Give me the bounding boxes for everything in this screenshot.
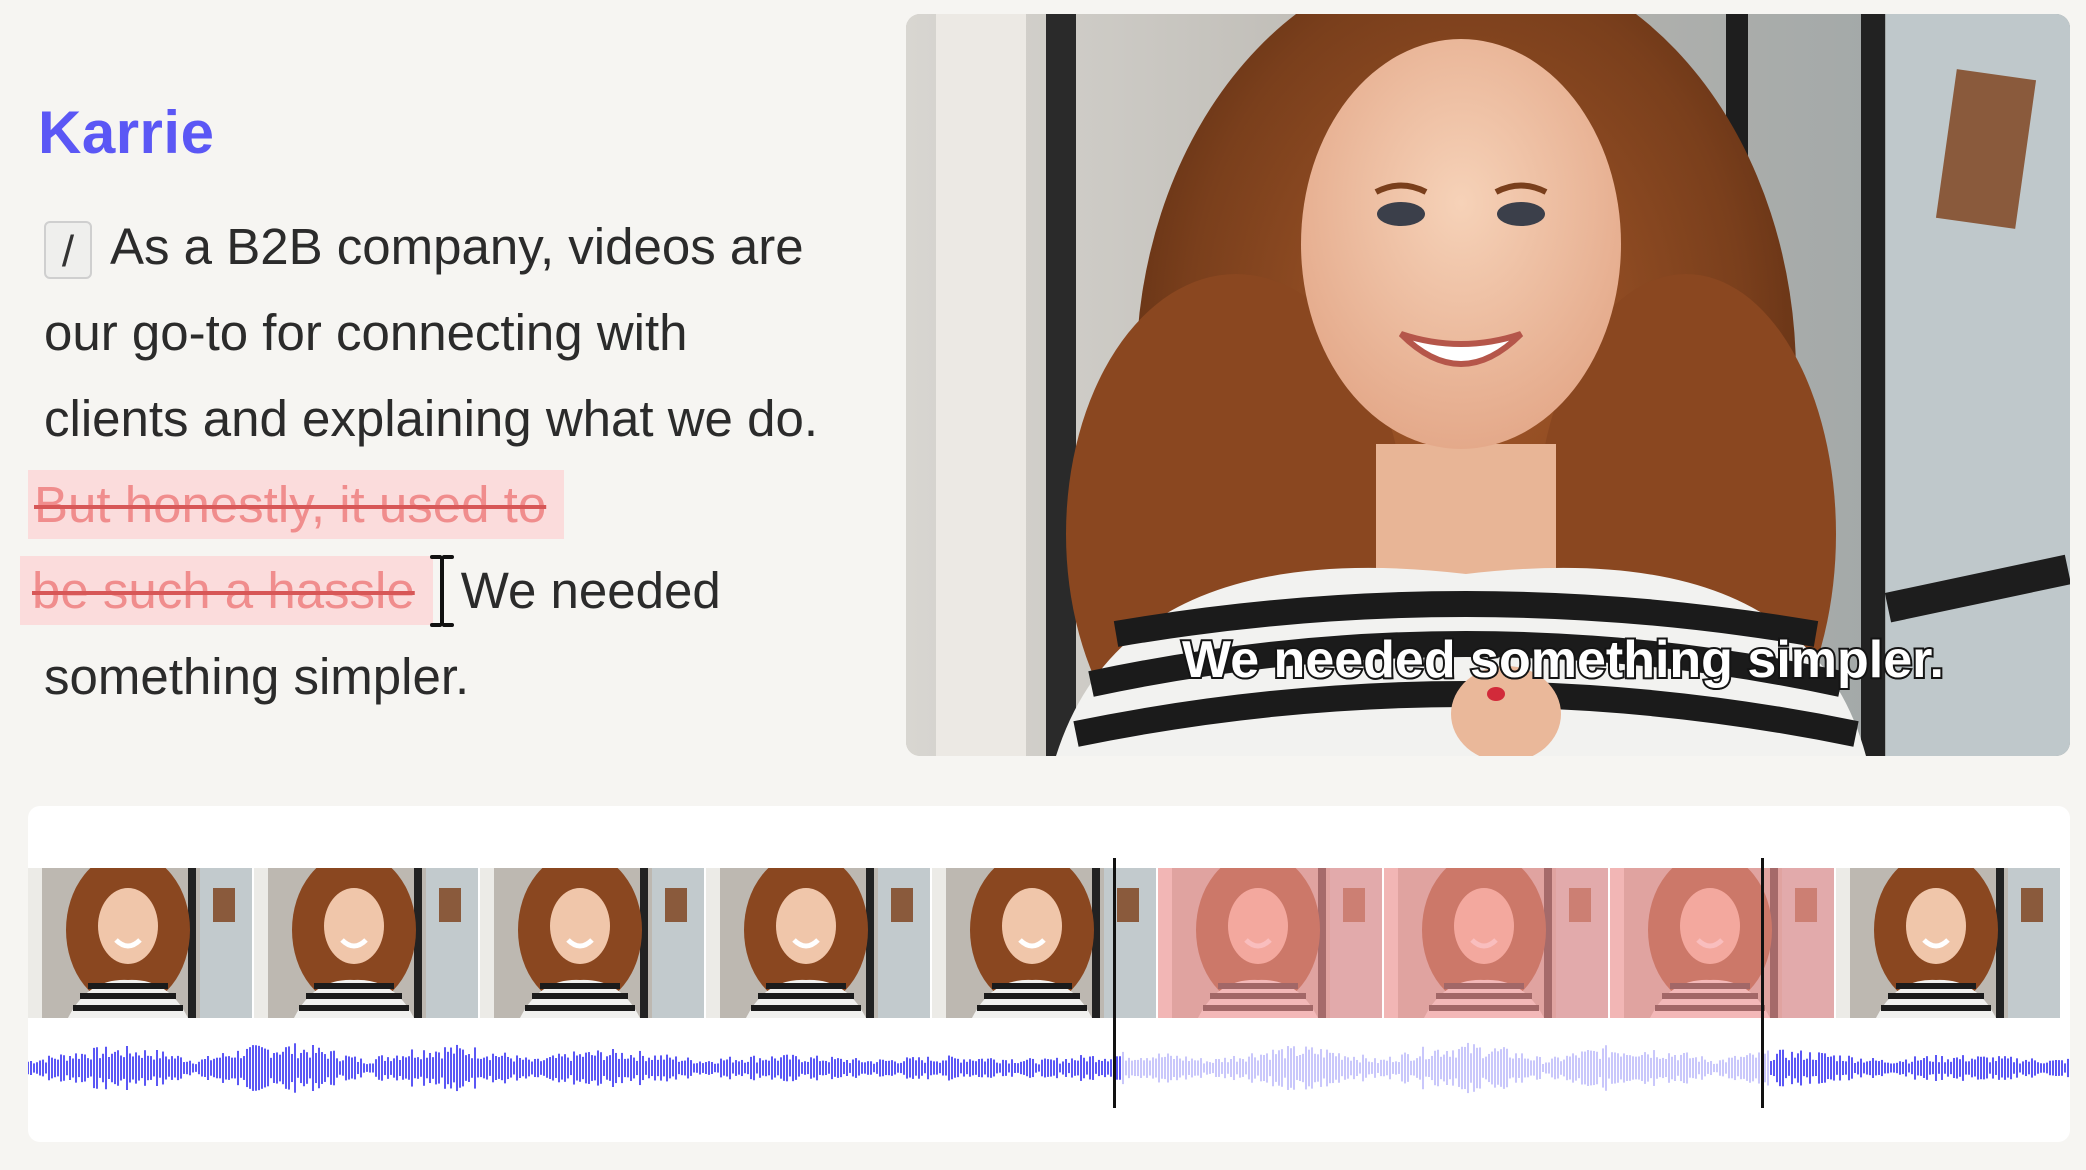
filmstrip-frame	[1836, 868, 2062, 1018]
filmstrip-frame	[254, 868, 480, 1018]
speaker-name: Karrie	[38, 99, 215, 166]
transcript-text-after-2[interactable]: something simpler.	[44, 648, 469, 705]
filmstrip-frame	[932, 868, 1158, 1018]
cut-end-marker[interactable]	[1761, 858, 1764, 1108]
cut-start-marker[interactable]	[1113, 858, 1116, 1108]
video-caption: We needed something simpler.	[1180, 629, 1946, 691]
deleted-text-line2[interactable]: be such a hassle	[20, 556, 433, 625]
filmstrip-frame	[480, 868, 706, 1018]
transcript-text-after-1[interactable]: We needed	[461, 562, 721, 619]
filmstrip-frame-cut	[1158, 868, 1384, 1018]
filmstrip-frame	[706, 868, 932, 1018]
video-preview[interactable]: We needed something simpler.	[906, 14, 2070, 756]
filmstrip-frame-cut	[1384, 868, 1610, 1018]
slash-command-chip[interactable]: /	[44, 221, 92, 279]
timeline-panel[interactable]	[28, 806, 2070, 1142]
deleted-text-line1[interactable]: But honestly, it used to	[28, 470, 565, 539]
filmstrip-frame	[28, 868, 254, 1018]
transcript-text-before[interactable]: As a B2B company, videos are our go-to f…	[44, 218, 818, 447]
filmstrip-frame-cut	[1610, 868, 1836, 1018]
text-cursor-icon	[429, 555, 454, 627]
transcript-paragraph[interactable]: / As a B2B company, videos are our go-to …	[20, 204, 844, 720]
